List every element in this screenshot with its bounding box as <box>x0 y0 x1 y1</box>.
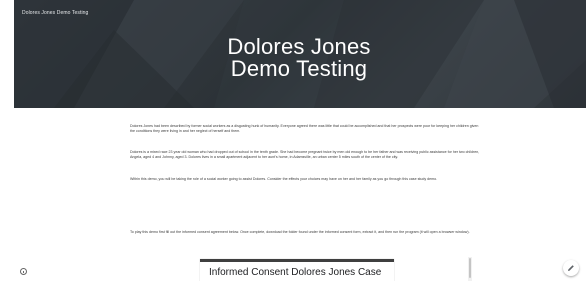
info-icon[interactable] <box>20 268 27 275</box>
hero-banner: Dolores Jones Demo Testing Dolores Jones… <box>14 0 586 108</box>
instructions-paragraph: To play this demo first fill out the inf… <box>130 230 470 234</box>
edit-button[interactable] <box>563 260 579 276</box>
site-name[interactable]: Dolores Jones Demo Testing <box>22 10 88 16</box>
pencil-icon <box>568 265 574 271</box>
page-title-line-1: Dolores Jones <box>227 34 371 59</box>
page-title-line-2: Demo Testing <box>230 56 368 81</box>
page: Dolores Jones Demo Testing Dolores Jones… <box>0 0 586 281</box>
consent-form-embed[interactable]: Informed Consent Dolores Jones Case <box>200 259 394 281</box>
embed-scrollbar-thumb[interactable] <box>469 258 471 278</box>
consent-form-title: Informed Consent Dolores Jones Case <box>209 267 382 278</box>
intro-paragraph: Dolores Jones had been described by form… <box>130 124 479 134</box>
page-title: Dolores Jones Demo Testing <box>164 36 434 80</box>
background-paragraph: Dolores is a mixed race 23 year old woma… <box>130 150 480 160</box>
role-paragraph: Within this demo, you will be taking the… <box>130 177 438 181</box>
